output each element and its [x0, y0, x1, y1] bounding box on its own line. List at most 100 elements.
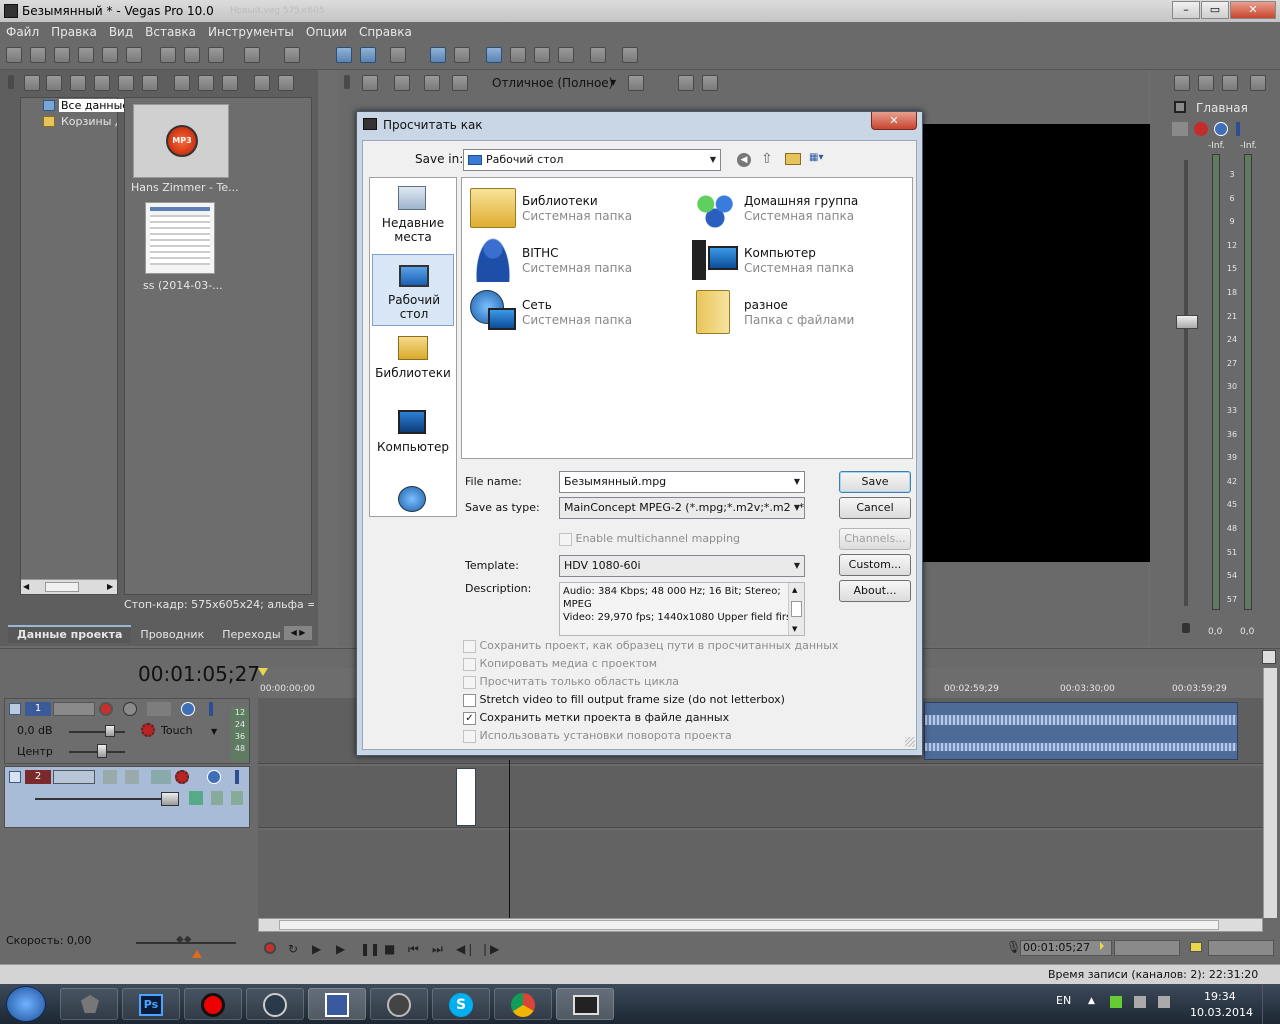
minimize-button[interactable]: – [1172, 1, 1200, 19]
snapping-icon[interactable] [430, 47, 446, 63]
media-item-mp3[interactable]: MP3 [133, 104, 229, 178]
arm-record-icon[interactable] [99, 702, 113, 716]
pan-crop-icon[interactable] [189, 791, 203, 805]
get-media-web-icon[interactable] [70, 75, 86, 91]
nvidia-tray-icon[interactable] [1110, 996, 1122, 1008]
previous-frame-icon[interactable]: ◀❘ [456, 942, 475, 956]
video-event[interactable] [456, 768, 476, 826]
clock-date[interactable]: 10.03.2014 [1190, 1006, 1253, 1019]
network-tray-icon[interactable] [1134, 996, 1146, 1008]
scroll-thumb[interactable] [45, 582, 79, 592]
media-properties-icon[interactable] [198, 75, 214, 91]
downmix-icon[interactable] [1198, 75, 1214, 91]
resize-grip-icon[interactable] [905, 737, 915, 747]
microphone-icon[interactable]: 🎙 [1006, 940, 1021, 954]
vegas-app-icon[interactable] [4, 4, 18, 18]
option-checkbox[interactable] [463, 657, 476, 671]
option-loop-region-only[interactable]: Просчитать только область цикла [463, 675, 679, 689]
track-2-mute-icon[interactable] [207, 770, 221, 784]
option-copy-media[interactable]: Копировать медиа с проектом [463, 657, 657, 671]
next-frame-icon[interactable]: ❘▶ [480, 942, 499, 956]
menu-help[interactable]: Справка [353, 22, 418, 39]
preview-dock-grip[interactable] [344, 75, 350, 89]
file-item-computer[interactable]: Компьютер Системная папка [690, 236, 908, 284]
taskbar-vegas-pro[interactable] [556, 988, 614, 1020]
compositing-mode-icon[interactable] [103, 770, 117, 784]
loop-start-marker[interactable] [258, 668, 268, 676]
scroll-left-icon[interactable]: ◀ [23, 582, 29, 591]
preview-properties-icon[interactable] [362, 75, 378, 91]
file-item-network[interactable]: Сеть Системная папка [468, 288, 686, 336]
master-gear-icon[interactable] [1194, 122, 1208, 136]
place-recent[interactable]: Недавние места [372, 182, 454, 248]
tray-expand-icon[interactable]: ▲ [1088, 996, 1095, 1006]
new-project-icon[interactable] [6, 47, 22, 63]
preview-play-icon[interactable] [254, 75, 270, 91]
file-name-chevron-icon[interactable]: ▼ [794, 472, 800, 492]
trim-icon[interactable] [590, 47, 606, 63]
place-libraries[interactable]: Библиотеки [372, 332, 454, 394]
master-fader-handle[interactable] [1176, 315, 1198, 329]
empty-track-area[interactable] [258, 830, 1263, 918]
taskbar-media-player[interactable] [370, 988, 428, 1020]
option-save-project-path[interactable]: Сохранить проект, как образец пути в про… [463, 639, 838, 653]
selection-start-field[interactable] [1114, 940, 1180, 956]
tree-scrollbar[interactable]: ◀ ▶ [21, 579, 117, 594]
invert-phase-icon[interactable] [123, 702, 137, 716]
volume-slider-handle[interactable] [105, 725, 115, 737]
search-media-icon[interactable] [142, 75, 158, 91]
option-stretch-video[interactable]: Stretch video to fill output frame size … [463, 693, 785, 707]
template-select[interactable]: HDV 1080-60i ▼ [559, 555, 805, 577]
taskbar-world-of-tanks[interactable] [60, 988, 118, 1020]
get-media-icon[interactable] [118, 75, 134, 91]
track-2-collapse-icon[interactable] [9, 771, 21, 783]
network-place-icon[interactable] [398, 486, 426, 512]
overlays-icon[interactable] [628, 75, 644, 91]
track-2-solo-icon[interactable] [235, 770, 239, 784]
maximize-button[interactable]: ▭ [1201, 1, 1229, 19]
timeline-scroll-thumb[interactable] [279, 920, 1219, 930]
record-icon[interactable] [264, 942, 276, 954]
scroll-up-icon[interactable]: ▲ [792, 584, 797, 597]
taskbar-photoshop[interactable]: Ps [122, 988, 180, 1020]
selection-tool-icon[interactable] [534, 47, 550, 63]
master-solo-icon[interactable] [1236, 122, 1240, 136]
volume-slider[interactable] [69, 731, 125, 733]
back-icon[interactable]: ◀ [737, 153, 751, 167]
speed-slider-handle[interactable]: ◆◆ [176, 934, 196, 948]
option-project-rotation[interactable]: Использовать установки поворота проекта [463, 729, 732, 743]
lock-icon[interactable] [1182, 623, 1190, 633]
opacity-slider-handle[interactable] [161, 792, 179, 806]
multichannel-option[interactable]: Enable multichannel mapping [559, 532, 740, 546]
remove-media-icon[interactable] [174, 75, 190, 91]
track-2-name-field[interactable] [53, 770, 95, 784]
import-media-icon[interactable] [24, 75, 40, 91]
tab-explorer[interactable]: Проводник [131, 627, 213, 643]
move-up-icon[interactable] [211, 791, 223, 805]
place-computer[interactable]: Компьютер [372, 406, 454, 468]
timeline-vertical-scrollbar[interactable] [1263, 668, 1277, 918]
save-in-combo[interactable]: Рабочий стол ▼ [463, 149, 721, 171]
option-checkbox-checked[interactable]: ✓ [463, 711, 476, 725]
pan-slider-handle[interactable] [97, 744, 107, 758]
go-to-start-icon[interactable]: ⏮ [408, 942, 419, 957]
automation-mode-chevron-icon[interactable]: ▼ [211, 727, 217, 736]
whats-this-icon[interactable] [622, 47, 638, 63]
opacity-slider[interactable] [35, 798, 175, 800]
track-2-gear-icon[interactable] [175, 770, 189, 784]
ripple-edit-icon[interactable] [336, 47, 352, 63]
extract-audio-icon[interactable] [94, 75, 110, 91]
description-scroll-thumb[interactable] [791, 601, 802, 617]
option-save-markers[interactable]: ✓ Сохранить метки проекта в файле данных [463, 711, 729, 725]
option-checkbox[interactable] [463, 639, 476, 653]
up-folder-icon[interactable]: ⇧ [761, 151, 773, 167]
taskbar-steam[interactable] [246, 988, 304, 1020]
timecode-display[interactable]: 00:01:05;27 [138, 662, 260, 686]
automation-gear-icon[interactable] [141, 723, 155, 737]
lock-envelopes-icon[interactable] [360, 47, 376, 63]
audio-event[interactable] [924, 702, 1238, 760]
track-2-lane[interactable] [258, 766, 1263, 828]
stop-icon[interactable]: ■ [384, 942, 395, 956]
track-2-fx-icon[interactable] [151, 770, 171, 784]
track-collapse-icon[interactable] [9, 703, 21, 715]
